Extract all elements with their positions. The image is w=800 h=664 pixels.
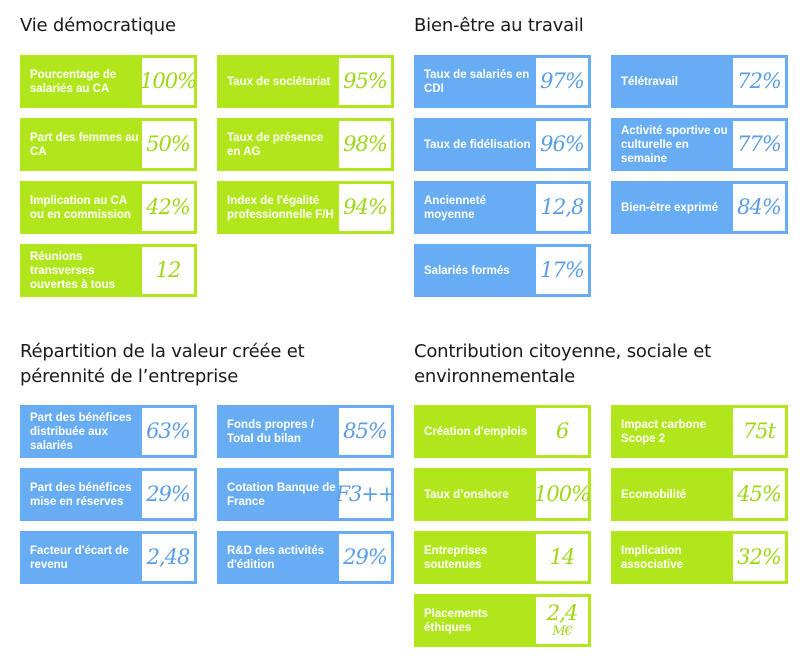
metric-card: Bien-être exprimé 84% xyxy=(611,181,788,234)
section-title-line: Répartition de la valeur créée et xyxy=(20,341,305,362)
metric-label: Fonds propres / Total du bilan xyxy=(227,418,314,445)
metric-value: F3++ xyxy=(335,471,396,518)
metric-label: Taux de fidélisation xyxy=(424,138,531,151)
metric-card: Réunions transverses ouvertes à tous 12 xyxy=(20,244,197,297)
section-title-line: pérennité de l’entreprise xyxy=(20,366,239,387)
metric-card: Taux de présence en AG 98% xyxy=(217,118,394,171)
section-repartition-valeur: Répartition de la valeur créée et pérenn… xyxy=(20,339,400,399)
metric-card: Part des bénéfices distribuée aux salari… xyxy=(20,405,197,458)
metric-value: 2,4 M€ xyxy=(536,597,588,644)
metric-card: R&D des activités d'édition 29% xyxy=(217,531,394,584)
metric-value: 50% xyxy=(142,121,194,168)
metric-card: Fonds propres / Total du bilan 85% xyxy=(217,405,394,458)
metric-value: 98% xyxy=(339,121,391,168)
metric-label: Activité sportive ou culturelle en semai… xyxy=(621,124,728,165)
section-title: Bien-être au travail xyxy=(414,15,584,36)
metric-value: 29% xyxy=(339,534,391,581)
metric-value: 12,8 xyxy=(536,184,588,231)
metric-card: Index de l'égalité professionnelle F/H 9… xyxy=(217,181,394,234)
metric-card: Entreprises soutenues 14 xyxy=(414,531,591,584)
metric-label: Cotation Banque de France xyxy=(227,481,336,508)
metric-label: Index de l'égalité professionnelle F/H xyxy=(227,194,334,221)
metric-label: Facteur d'écart de revenu xyxy=(30,544,129,571)
metric-card: Taux de fidélisation 96% xyxy=(414,118,591,171)
metric-label: Pourcentage de salariés au CA xyxy=(30,68,117,95)
metric-value: 14 xyxy=(536,534,588,581)
metric-label: Part des bénéfices distribuée aux salari… xyxy=(30,411,132,452)
metric-label: Bien-être exprimé xyxy=(621,201,719,214)
metric-label: Impact carbone Scope 2 xyxy=(621,418,706,445)
metric-value: 12 xyxy=(142,247,194,294)
metric-card: Cotation Banque de France F3++ xyxy=(217,468,396,521)
metric-value: 84% xyxy=(733,184,785,231)
metric-value: 42% xyxy=(142,184,194,231)
metric-value: 100% xyxy=(140,58,197,105)
metric-label: Taux de salariés en CDI xyxy=(424,68,530,95)
metric-card: Taux de sociétariat 95% xyxy=(217,55,394,108)
metric-label: R&D des activités d'édition xyxy=(227,544,325,571)
metric-value: 45% xyxy=(733,471,785,518)
metric-label: Part des bénéfices mise en réserves xyxy=(30,481,132,508)
metric-value: 72% xyxy=(733,58,785,105)
metric-unit: M€ xyxy=(552,623,573,639)
metric-card: Salariés formés 17% xyxy=(414,244,591,297)
metric-value: 96% xyxy=(536,121,588,168)
metric-value: 85% xyxy=(339,408,391,455)
metric-label: Ancienneté moyenne xyxy=(424,194,486,221)
section-title: Contribution citoyenne, sociale et envir… xyxy=(414,339,794,389)
section-title: Vie démocratique xyxy=(20,15,176,36)
metric-label: Création d'emplois xyxy=(424,425,528,438)
section-title-line: Contribution citoyenne, sociale et xyxy=(414,341,711,362)
metric-value: 77% xyxy=(733,121,785,168)
metric-label: Ecomobilité xyxy=(621,488,687,501)
metric-label: Taux de sociétariat xyxy=(227,75,331,88)
section-title: Répartition de la valeur créée et pérenn… xyxy=(20,339,400,389)
metric-label: Réunions transverses ouvertes à tous xyxy=(30,250,115,291)
metric-card: Télétravail 72% xyxy=(611,55,788,108)
metric-card: Taux d’onshore 100% xyxy=(414,468,591,521)
metric-label: Salariés formés xyxy=(424,264,510,277)
metric-card: Impact carbone Scope 2 75t xyxy=(611,405,788,458)
metric-card: Ancienneté moyenne 12,8 xyxy=(414,181,591,234)
metric-card: Pourcentage de salariés au CA 100% xyxy=(20,55,197,108)
metric-card: Taux de salariés en CDI 97% xyxy=(414,55,591,108)
metric-value: 75t xyxy=(733,408,785,455)
metric-value: 63% xyxy=(142,408,194,455)
metric-label: Implication au CA ou en commission xyxy=(30,194,131,221)
metric-card: Part des bénéfices mise en réserves 29% xyxy=(20,468,197,521)
metric-label: Entreprises soutenues xyxy=(424,544,488,571)
section-title-line: environnementale xyxy=(414,366,576,387)
metric-value: 17% xyxy=(536,247,588,294)
metric-value: 94% xyxy=(339,184,391,231)
metric-value: 2,48 xyxy=(142,534,194,581)
metric-value: 100% xyxy=(534,471,591,518)
metric-card: Facteur d'écart de revenu 2,48 xyxy=(20,531,197,584)
metric-value: 6 xyxy=(536,408,588,455)
metric-label: Implication associative xyxy=(621,544,684,571)
metric-value: 29% xyxy=(142,471,194,518)
metric-label: Taux de présence en AG xyxy=(227,131,324,158)
metric-label: Télétravail xyxy=(621,75,678,88)
metric-card: Part des femmes au CA 50% xyxy=(20,118,197,171)
metric-label: Placements éthiques xyxy=(424,607,488,634)
metric-card: Implication au CA ou en commission 42% xyxy=(20,181,197,234)
metric-value: 95% xyxy=(339,58,391,105)
metric-card: Implication associative 32% xyxy=(611,531,788,584)
metric-card: Création d'emplois 6 xyxy=(414,405,591,458)
metric-label: Part des femmes au CA xyxy=(30,131,139,158)
section-contribution-citoyenne: Contribution citoyenne, sociale et envir… xyxy=(414,339,794,399)
metric-card: Activité sportive ou culturelle en semai… xyxy=(611,118,788,171)
metric-label: Taux d’onshore xyxy=(424,488,509,501)
metric-card: Placements éthiques 2,4 M€ xyxy=(414,594,591,647)
metric-value: 32% xyxy=(733,534,785,581)
metric-value: 97% xyxy=(536,58,588,105)
metric-card: Ecomobilité 45% xyxy=(611,468,788,521)
